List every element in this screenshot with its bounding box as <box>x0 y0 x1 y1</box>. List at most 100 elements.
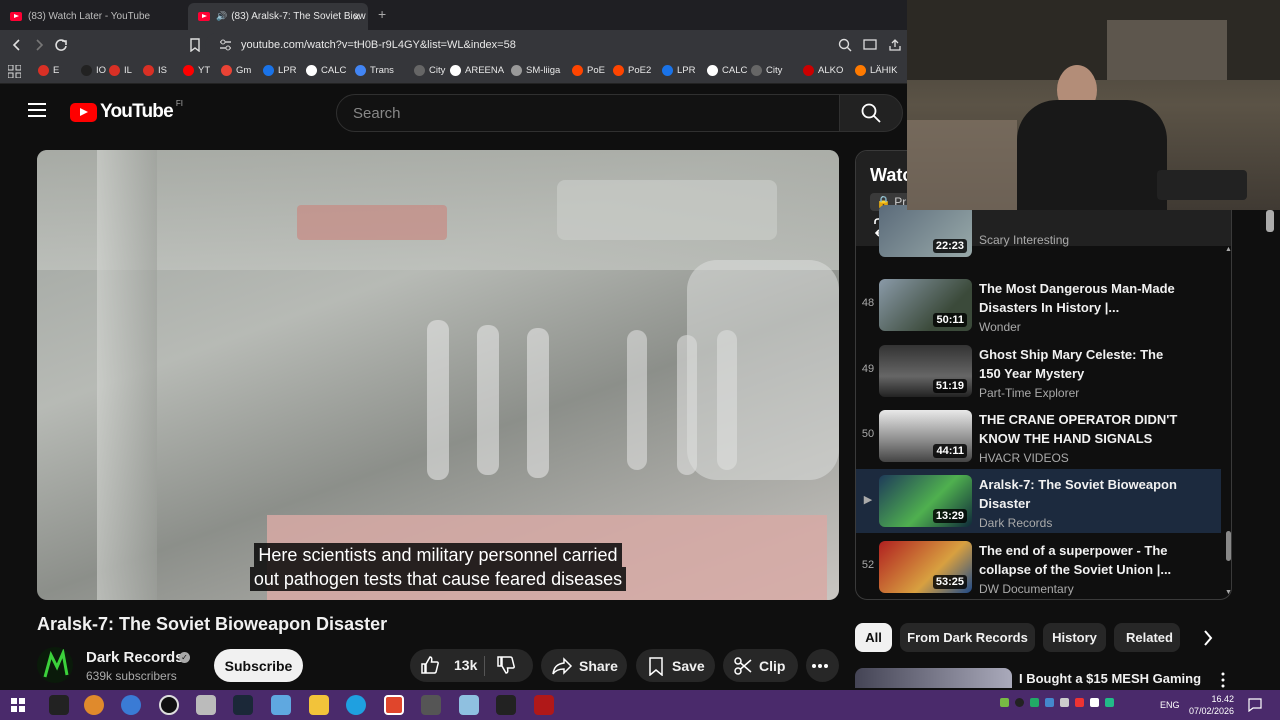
bookmark-item[interactable]: IL <box>109 65 132 76</box>
chip-from-dark-records[interactable]: From Dark Records <box>900 623 1035 652</box>
taskbar-clock[interactable]: 16.42 07/02/2026 <box>1188 693 1234 717</box>
bookmark-favicon-icon <box>855 65 866 76</box>
search-button[interactable] <box>839 94 903 132</box>
playlist-item[interactable]: 22:23 Scary Interesting <box>856 205 1221 263</box>
menu-icon[interactable] <box>28 103 46 117</box>
bookmark-icon[interactable] <box>188 38 202 52</box>
bookmark-item[interactable]: LPR <box>263 65 296 76</box>
recommendation-title[interactable]: I Bought a $15 MESH Gaming <box>1019 671 1201 686</box>
bookmark-item[interactable]: LPR <box>662 65 695 76</box>
scrollbar-thumb[interactable] <box>1226 531 1231 561</box>
edge-icon[interactable] <box>346 695 366 715</box>
video-thumbnail[interactable]: 22:23 <box>879 205 972 257</box>
taskbar-app-icon[interactable] <box>496 695 516 715</box>
playlist-item[interactable]: 48 50:11 The Most Dangerous Man-Made Disas… <box>856 273 1221 337</box>
bookmark-item[interactable]: SM-liiga <box>511 65 560 76</box>
bookmark-item[interactable]: Gm <box>221 65 251 76</box>
bookmark-item[interactable]: PoE2 <box>613 65 651 76</box>
steam-icon[interactable] <box>233 695 253 715</box>
page-scrollbar-thumb[interactable] <box>1266 210 1274 232</box>
chip-history[interactable]: History <box>1043 623 1106 652</box>
tab-watch-later[interactable]: (83) Watch Later - YouTube <box>0 3 185 30</box>
bookmark-item[interactable]: YT <box>183 65 210 76</box>
like-button[interactable]: 13k <box>420 655 477 675</box>
bookmark-item[interactable]: IS <box>143 65 167 76</box>
brave-icon[interactable] <box>384 695 404 715</box>
playlist-item-current[interactable]: ▶ 13:29 Aralsk-7: The Soviet Bioweapon Dis… <box>856 469 1221 533</box>
subscribe-button[interactable]: Subscribe <box>214 649 303 682</box>
new-tab-button[interactable]: + <box>378 6 386 22</box>
channel-name[interactable]: Dark Records <box>86 649 184 666</box>
recommendation-thumbnail[interactable] <box>855 668 1012 688</box>
save-button[interactable]: Save <box>636 649 715 682</box>
like-dislike-group: 13k <box>410 649 533 682</box>
notification-icon[interactable] <box>1248 698 1262 712</box>
bookmark-item[interactable]: Trans <box>355 65 394 76</box>
bookmark-item[interactable]: PoE <box>572 65 605 76</box>
duration-badge: 22:23 <box>932 239 967 253</box>
zoom-icon[interactable] <box>838 38 852 52</box>
more-actions-button[interactable] <box>806 649 839 682</box>
windows-start-icon[interactable] <box>11 698 25 712</box>
apps-grid-icon[interactable] <box>8 65 21 78</box>
bookmark-item[interactable]: E <box>38 65 59 76</box>
url-bar[interactable]: youtube.com/watch?v=tH0B-r9L4GY&list=WL&… <box>205 33 915 57</box>
reload-icon[interactable] <box>54 38 68 52</box>
video-thumbnail[interactable]: 13:29 <box>879 475 972 527</box>
bookmark-favicon-icon <box>81 65 92 76</box>
playlist-item[interactable]: 50 44:11 THE CRANE OPERATOR DIDN'T KNOW TH… <box>856 404 1221 468</box>
more-vertical-icon[interactable] <box>1220 672 1226 688</box>
taskbar-app-icon[interactable] <box>84 695 104 715</box>
bookmark-item[interactable]: LÄHIK <box>855 65 897 76</box>
search-input[interactable]: Search <box>336 94 840 132</box>
taskbar-app-icon[interactable] <box>159 695 179 715</box>
chip-related[interactable]: Related <box>1114 623 1180 652</box>
video-thumbnail[interactable]: 53:25 <box>879 541 972 593</box>
avatar[interactable] <box>37 647 73 683</box>
taskbar-app-icon[interactable] <box>196 695 216 715</box>
chevron-right-icon[interactable] <box>1200 628 1216 648</box>
playlist-title[interactable]: Watc <box>870 165 912 186</box>
bookmark-item[interactable]: AREENA <box>450 65 504 76</box>
bookmark-item[interactable]: ALKO <box>803 65 843 76</box>
scroll-down-icon[interactable]: ▼ <box>1225 589 1231 596</box>
scroll-up-icon[interactable]: ▲ <box>1225 246 1231 253</box>
tab-aralsk-7[interactable]: 🔊 (83) Aralsk-7: The Soviet Biow × <box>188 3 368 30</box>
thumbs-up-icon <box>421 656 439 674</box>
close-tab-icon[interactable]: × <box>353 10 360 24</box>
search-icon <box>861 103 881 123</box>
taskbar-app-icon[interactable] <box>271 695 291 715</box>
system-tray-icons[interactable] <box>1000 698 1150 712</box>
dislike-button[interactable] <box>496 655 522 678</box>
youtube-logo[interactable]: YouTube FI <box>70 99 183 123</box>
folder-icon[interactable] <box>309 695 329 715</box>
bookmark-item[interactable]: CALC <box>707 65 747 76</box>
share-page-icon[interactable] <box>888 38 902 52</box>
site-settings-icon[interactable] <box>219 39 232 51</box>
bookmark-item[interactable]: City <box>414 65 445 76</box>
cast-icon[interactable] <box>863 38 877 52</box>
webcam-shelf <box>1107 20 1227 80</box>
share-button[interactable]: Share <box>541 649 627 682</box>
taskbar-app-icon[interactable] <box>534 695 554 715</box>
chip-all[interactable]: All <box>855 623 892 652</box>
video-thumbnail[interactable]: 44:11 <box>879 410 972 462</box>
bookmark-item[interactable]: CALC <box>306 65 346 76</box>
taskbar-app-icon[interactable] <box>421 695 441 715</box>
video-thumbnail[interactable]: 51:19 <box>879 345 972 397</box>
language-indicator[interactable]: ENG <box>1160 700 1180 710</box>
video-frame-shape <box>97 150 157 600</box>
taskbar-app-icon[interactable] <box>49 695 69 715</box>
video-player[interactable]: Here scientists and military personnel c… <box>37 150 839 600</box>
playlist-item[interactable]: 52 53:25 The end of a superpower - The col… <box>856 535 1221 599</box>
bookmark-item[interactable]: IO <box>81 65 106 76</box>
bookmark-item[interactable]: City <box>751 65 782 76</box>
back-icon[interactable] <box>10 38 24 52</box>
taskbar-app-icon[interactable] <box>459 695 479 715</box>
forward-icon[interactable] <box>32 38 46 52</box>
clip-button[interactable]: Clip <box>723 649 798 682</box>
video-thumbnail[interactable]: 50:11 <box>879 279 972 331</box>
playlist-item[interactable]: 49 51:19 Ghost Ship Mary Celeste: The 150 … <box>856 339 1221 403</box>
taskbar-app-icon[interactable] <box>121 695 141 715</box>
playlist-scrollbar[interactable]: ▲ ▼ <box>1225 246 1231 599</box>
